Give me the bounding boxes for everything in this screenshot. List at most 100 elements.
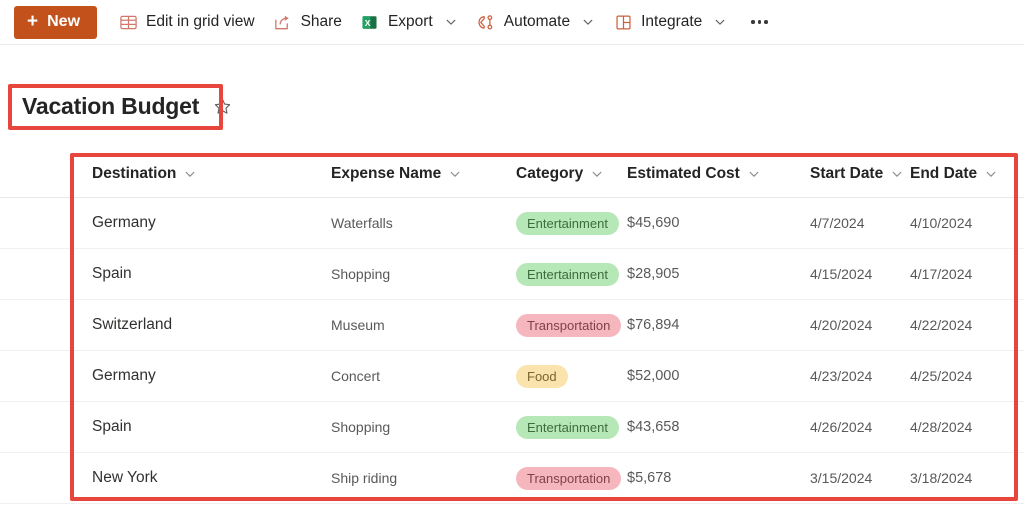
cell-start-date: 4/15/2024 (810, 249, 910, 299)
category-pill: Food (516, 364, 568, 388)
cell-destination-value: Spain (92, 265, 132, 282)
column-header-label: End Date (910, 164, 978, 182)
share-icon (273, 12, 293, 32)
cell-destination: New York (92, 453, 331, 503)
table-row[interactable]: Germany Concert Food $52,000 4/23/2024 4/25/2… (0, 351, 1024, 402)
column-header-end-date[interactable]: End Date (910, 150, 1024, 197)
cell-estimated-cost-value: $76,894 (627, 317, 680, 333)
ellipsis-icon (757, 20, 762, 24)
share-button[interactable]: Share (264, 4, 351, 40)
chevron-down-icon (448, 167, 462, 181)
cell-expense-name-value: Shopping (331, 419, 391, 435)
cell-end-date: 4/10/2024 (910, 198, 1024, 248)
cell-start-date: 4/26/2024 (810, 402, 910, 452)
category-pill: Transportation (516, 313, 622, 337)
cell-start-date: 3/15/2024 (810, 453, 910, 503)
column-header-destination[interactable]: Destination (92, 150, 331, 197)
cell-destination-value: Germany (92, 214, 156, 231)
cell-end-date: 3/18/2024 (910, 453, 1024, 503)
plus-icon: + (27, 10, 39, 32)
star-outline-icon[interactable] (211, 95, 233, 117)
cell-expense-name-value: Museum (331, 317, 385, 333)
table-row[interactable]: Spain Shopping Entertainment $43,658 4/26/20… (0, 402, 1024, 453)
cell-destination: Germany (92, 198, 331, 248)
table-row[interactable]: New York Ship riding Transportation $5,678 3… (0, 453, 1024, 504)
cell-start-date-value: 4/23/2024 (810, 368, 873, 384)
column-header-start-date[interactable]: Start Date (810, 150, 910, 197)
table-row[interactable]: Germany Waterfalls Entertainment $45,690 4/7… (0, 198, 1024, 249)
edit-in-grid-view-label: Edit in grid view (146, 13, 255, 30)
row-selection-gutter[interactable] (0, 402, 92, 452)
cell-category: Food (516, 351, 627, 401)
cell-destination: Spain (92, 402, 331, 452)
row-selection-gutter[interactable] (0, 351, 92, 401)
cell-start-date-value: 4/26/2024 (810, 419, 873, 435)
svg-text:X: X (365, 17, 371, 27)
cell-estimated-cost: $28,905 (627, 249, 810, 299)
cell-expense-name-value: Waterfalls (331, 215, 393, 231)
cell-destination-value: Switzerland (92, 316, 173, 333)
cell-category: Entertainment (516, 198, 627, 248)
cell-expense-name: Waterfalls (331, 198, 516, 248)
chevron-down-icon (183, 167, 197, 181)
column-header-label: Expense Name (331, 164, 442, 182)
column-header-label: Destination (92, 164, 177, 182)
column-header-estimated-cost[interactable]: Estimated Cost (627, 150, 810, 197)
cell-end-date: 4/25/2024 (910, 351, 1024, 401)
cell-start-date-value: 4/15/2024 (810, 266, 873, 282)
cell-destination: Spain (92, 249, 331, 299)
grid-table-icon (118, 12, 138, 32)
category-pill: Transportation (516, 466, 622, 490)
integrate-button[interactable]: Integrate (604, 4, 736, 40)
cell-estimated-cost: $76,894 (627, 300, 810, 350)
chevron-down-icon (581, 15, 595, 29)
row-selection-gutter[interactable] (0, 453, 92, 503)
list-grid: Destination Expense Name Category Estima… (0, 150, 1024, 504)
cell-estimated-cost: $45,690 (627, 198, 810, 248)
export-label: Export (387, 13, 433, 30)
cell-destination: Switzerland (92, 300, 331, 350)
more-options-button[interactable] (742, 5, 776, 39)
cell-end-date: 4/22/2024 (910, 300, 1024, 350)
table-row[interactable]: Spain Shopping Entertainment $28,905 4/15/20… (0, 249, 1024, 300)
edit-in-grid-view-button[interactable]: Edit in grid view (109, 4, 264, 40)
cell-category: Entertainment (516, 402, 627, 452)
chevron-down-icon (444, 15, 458, 29)
cell-expense-name-value: Ship riding (331, 470, 398, 486)
automate-flow-icon (476, 12, 496, 32)
cell-destination: Germany (92, 351, 331, 401)
automate-button[interactable]: Automate (467, 4, 604, 40)
sharepoint-list-page: + New Edit in grid view Share X Export A… (0, 0, 1024, 512)
cell-start-date-value: 4/20/2024 (810, 317, 873, 333)
column-header-label: Start Date (810, 164, 884, 182)
page-header: Vacation Budget (0, 82, 300, 130)
cell-start-date-value: 3/15/2024 (810, 470, 873, 486)
cell-end-date-value: 4/22/2024 (910, 317, 973, 333)
row-selection-gutter[interactable] (0, 198, 92, 248)
chevron-down-icon (713, 15, 727, 29)
cell-estimated-cost-value: $45,690 (627, 215, 680, 231)
cell-expense-name: Ship riding (331, 453, 516, 503)
automate-label: Automate (503, 13, 571, 30)
column-header-expense-name[interactable]: Expense Name (331, 150, 516, 197)
cell-destination-value: Spain (92, 418, 132, 435)
table-body: Germany Waterfalls Entertainment $45,690 4/7… (0, 198, 1024, 504)
cell-expense-name: Concert (331, 351, 516, 401)
integrate-label: Integrate (641, 13, 703, 30)
cell-expense-name: Shopping (331, 249, 516, 299)
table-row[interactable]: Switzerland Museum Transportation $76,894 4/… (0, 300, 1024, 351)
cell-estimated-cost-value: $5,678 (627, 470, 672, 486)
export-button[interactable]: X Export (351, 4, 467, 40)
cell-end-date: 4/28/2024 (910, 402, 1024, 452)
integrate-blocks-icon (613, 12, 633, 32)
share-label: Share (300, 13, 342, 30)
cell-end-date-value: 4/10/2024 (910, 215, 973, 231)
cell-start-date: 4/20/2024 (810, 300, 910, 350)
row-selection-gutter[interactable] (0, 300, 92, 350)
category-pill: Entertainment (516, 262, 619, 286)
new-button[interactable]: + New (14, 5, 98, 39)
cell-expense-name: Shopping (331, 402, 516, 452)
page-title-group: Vacation Budget (0, 93, 233, 120)
column-header-category[interactable]: Category (516, 150, 627, 197)
row-selection-gutter[interactable] (0, 249, 92, 299)
